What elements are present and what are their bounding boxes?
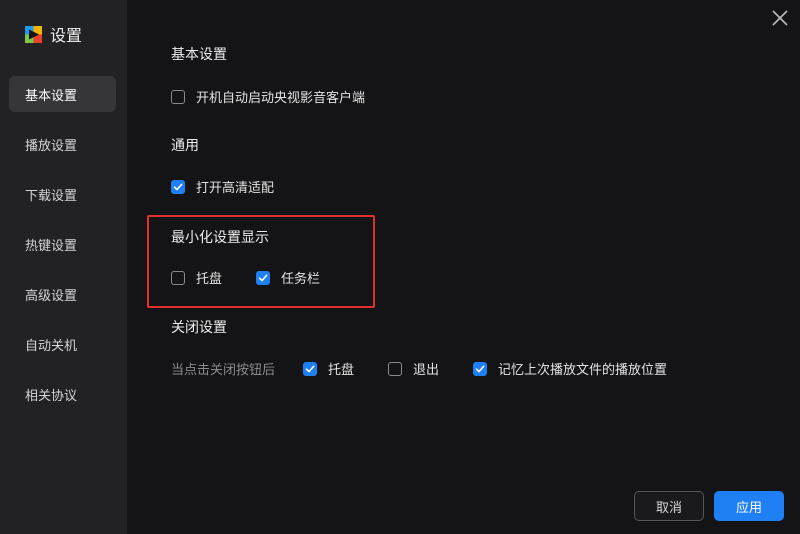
close-tray-checkbox[interactable]	[303, 361, 318, 376]
tencent-video-logo-icon	[25, 25, 42, 43]
checkmark-icon	[305, 365, 315, 372]
checkmark-icon	[173, 183, 183, 190]
section-title-close: 关闭设置	[171, 320, 227, 336]
sidebar-item-hotkeys[interactable]: 热键设置	[9, 226, 116, 262]
close-tray-option[interactable]: 托盘	[303, 359, 354, 378]
autostart-option[interactable]: 开机自动启动央视影音客户端	[171, 87, 365, 106]
close-exit-checkbox[interactable]	[388, 361, 403, 376]
minimize-taskbar-option[interactable]: 任务栏	[256, 268, 320, 287]
sidebar: 设置 基本设置 播放设置 下载设置 热键设置 高级设置 自动关机 相关协议	[0, 0, 127, 534]
close-tray-label: 托盘	[328, 363, 355, 378]
close-exit-option[interactable]: 退出	[388, 359, 439, 378]
section-title-minimize: 最小化设置显示	[171, 230, 269, 246]
apply-button[interactable]: 应用	[714, 491, 784, 521]
section-title-basic: 基本设置	[171, 47, 227, 63]
sidebar-nav: 基本设置 播放设置 下载设置 热键设置 高级设置 自动关机 相关协议	[9, 76, 116, 426]
sidebar-item-label: 下载设置	[25, 188, 78, 204]
sidebar-item-basic[interactable]: 基本设置	[9, 76, 116, 112]
close-prompt: 当点击关闭按钮后	[171, 363, 276, 378]
sidebar-item-label: 基本设置	[25, 88, 78, 104]
settings-content: 基本设置 开机自动启动央视影音客户端 通用 打开高清适配 最小化设置显示 托盘 …	[127, 0, 800, 534]
sidebar-item-label: 播放设置	[25, 138, 78, 154]
hd-checkbox[interactable]	[171, 179, 185, 194]
sidebar-item-agreements[interactable]: 相关协议	[9, 376, 116, 412]
sidebar-item-label: 高级设置	[25, 288, 78, 304]
sidebar-item-download[interactable]: 下载设置	[9, 176, 116, 212]
minimize-tray-label: 托盘	[196, 272, 223, 287]
autostart-row: 开机自动启动央视影音客户端	[171, 87, 399, 106]
hd-row: 打开高清适配	[171, 177, 308, 196]
close-remember-label: 记忆上次播放文件的播放位置	[498, 363, 668, 378]
minimize-tray-checkbox[interactable]	[171, 270, 185, 285]
sidebar-item-advanced[interactable]: 高级设置	[9, 276, 116, 312]
close-row: 当点击关闭按钮后 托盘 退出 记忆上次播放文件的播放位置	[171, 359, 701, 378]
window-title: 设置	[50, 26, 83, 45]
checkmark-icon	[258, 274, 268, 281]
close-remember-checkbox[interactable]	[473, 361, 488, 376]
minimize-row: 托盘 任务栏	[171, 268, 354, 287]
sidebar-item-label: 自动关机	[25, 338, 78, 354]
autostart-checkbox[interactable]	[171, 89, 185, 104]
hd-option[interactable]: 打开高清适配	[171, 177, 274, 196]
minimize-tray-option[interactable]: 托盘	[171, 268, 222, 287]
close-exit-label: 退出	[413, 363, 440, 378]
cancel-button[interactable]: 取消	[634, 491, 704, 521]
sidebar-item-label: 相关协议	[25, 388, 78, 404]
close-remember-option[interactable]: 记忆上次播放文件的播放位置	[473, 359, 667, 378]
sidebar-item-playback[interactable]: 播放设置	[9, 126, 116, 162]
section-title-general: 通用	[171, 138, 199, 154]
sidebar-item-label: 热键设置	[25, 238, 78, 254]
autostart-label: 开机自动启动央视影音客户端	[196, 91, 366, 106]
sidebar-item-auto-shutdown[interactable]: 自动关机	[9, 326, 116, 362]
checkmark-icon	[475, 365, 485, 372]
brand: 设置	[25, 23, 82, 45]
minimize-taskbar-checkbox[interactable]	[256, 270, 271, 285]
minimize-taskbar-label: 任务栏	[281, 272, 321, 287]
hd-label: 打开高清适配	[196, 181, 275, 196]
